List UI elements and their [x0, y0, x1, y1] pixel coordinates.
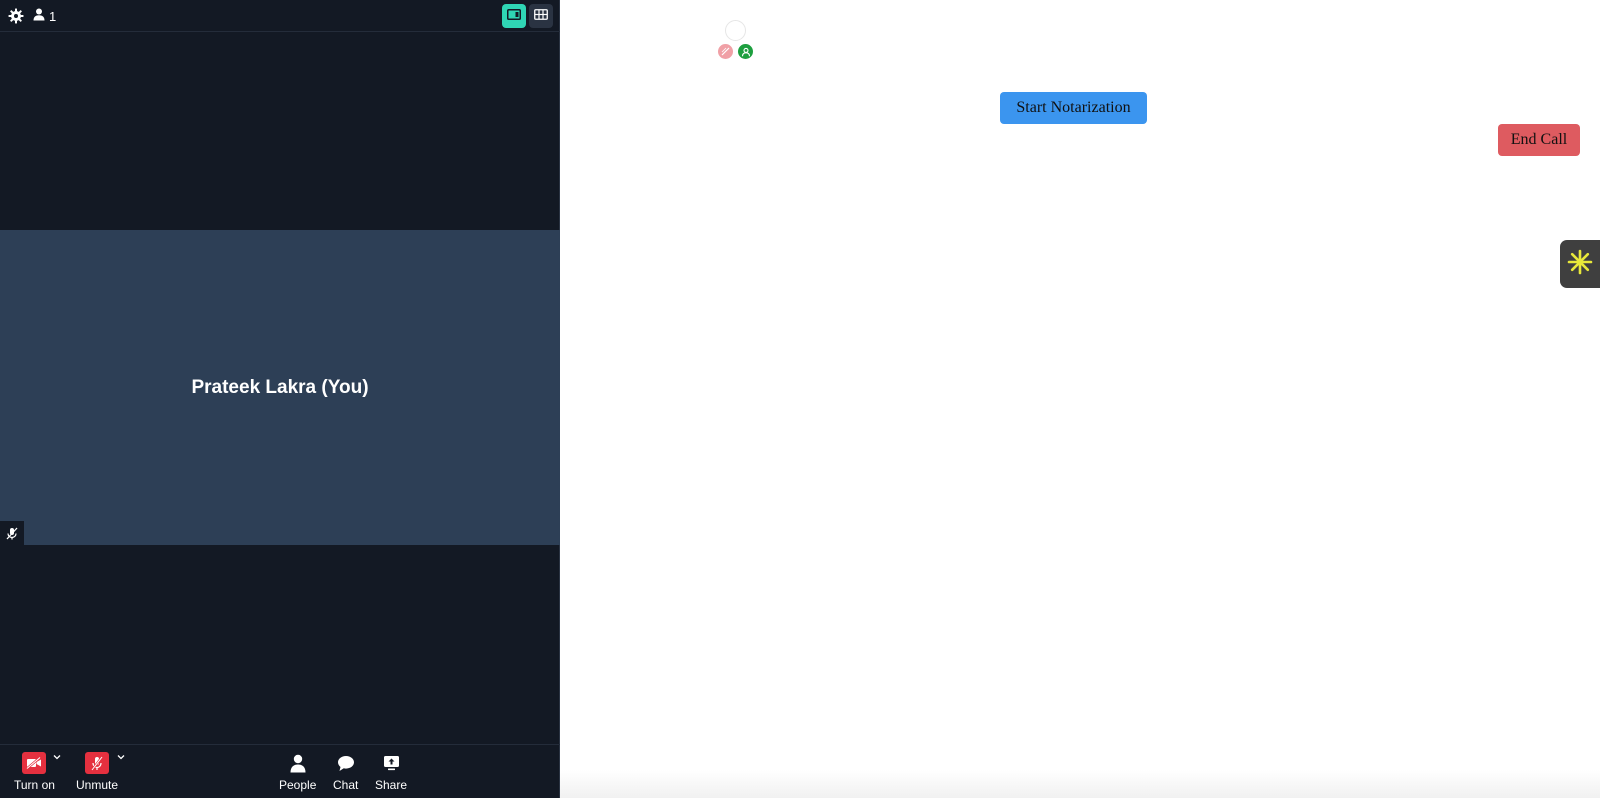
grid-view-button[interactable]: [529, 4, 553, 28]
audio-options-chevron-down-icon[interactable]: [116, 749, 126, 760]
chat-bubble-icon: [337, 751, 355, 775]
video-options-chevron-down-icon[interactable]: [52, 749, 62, 760]
person-icon: [290, 751, 306, 775]
people-button[interactable]: People: [279, 751, 316, 792]
participant-count-value: 1: [49, 8, 57, 24]
mic-muted-icon: [85, 752, 110, 774]
participant-video-tile[interactable]: Prateek Lakra (You): [0, 230, 560, 545]
video-toggle-label: Turn on: [14, 778, 55, 792]
video-off-icon: [22, 752, 47, 774]
gear-icon[interactable]: [8, 8, 24, 24]
speaker-view-icon: [507, 7, 521, 25]
unmute-label: Unmute: [76, 778, 119, 792]
start-notarization-button[interactable]: Start Notarization: [1000, 92, 1147, 124]
people-label: People: [279, 778, 317, 792]
participant-count[interactable]: 1: [33, 7, 56, 25]
app-root: 1 Prateek Lakra (You) Turn on Unmute Peo…: [0, 0, 1600, 798]
side-widget-button[interactable]: [1560, 240, 1600, 288]
end-call-button[interactable]: End Call: [1498, 124, 1580, 156]
mic-off-icon: [0, 521, 24, 545]
unmute-button[interactable]: Unmute: [76, 751, 118, 792]
participant-name: Prateek Lakra (You): [191, 376, 369, 398]
call-top-bar: 1: [0, 0, 560, 32]
call-controls-bar: Turn on Unmute People Chat Share: [0, 744, 560, 798]
avatar-placeholder: [725, 20, 746, 41]
speaker-view-button[interactable]: [502, 4, 526, 28]
person-icon: [33, 8, 45, 24]
video-toggle-button[interactable]: Turn on: [14, 751, 55, 792]
share-label: Share: [375, 778, 408, 792]
video-call-panel: 1 Prateek Lakra (You) Turn on Unmute Peo…: [0, 0, 560, 798]
chat-label: Chat: [333, 778, 359, 792]
asterisk-icon: [1567, 249, 1593, 280]
grid-view-icon: [534, 7, 548, 25]
bottom-shadow: [560, 770, 1600, 798]
share-screen-icon: [383, 751, 400, 775]
video-off-status-icon: [718, 44, 733, 59]
share-button[interactable]: Share: [375, 751, 407, 792]
user-status-icon: [738, 44, 753, 59]
chat-button[interactable]: Chat: [333, 751, 358, 792]
